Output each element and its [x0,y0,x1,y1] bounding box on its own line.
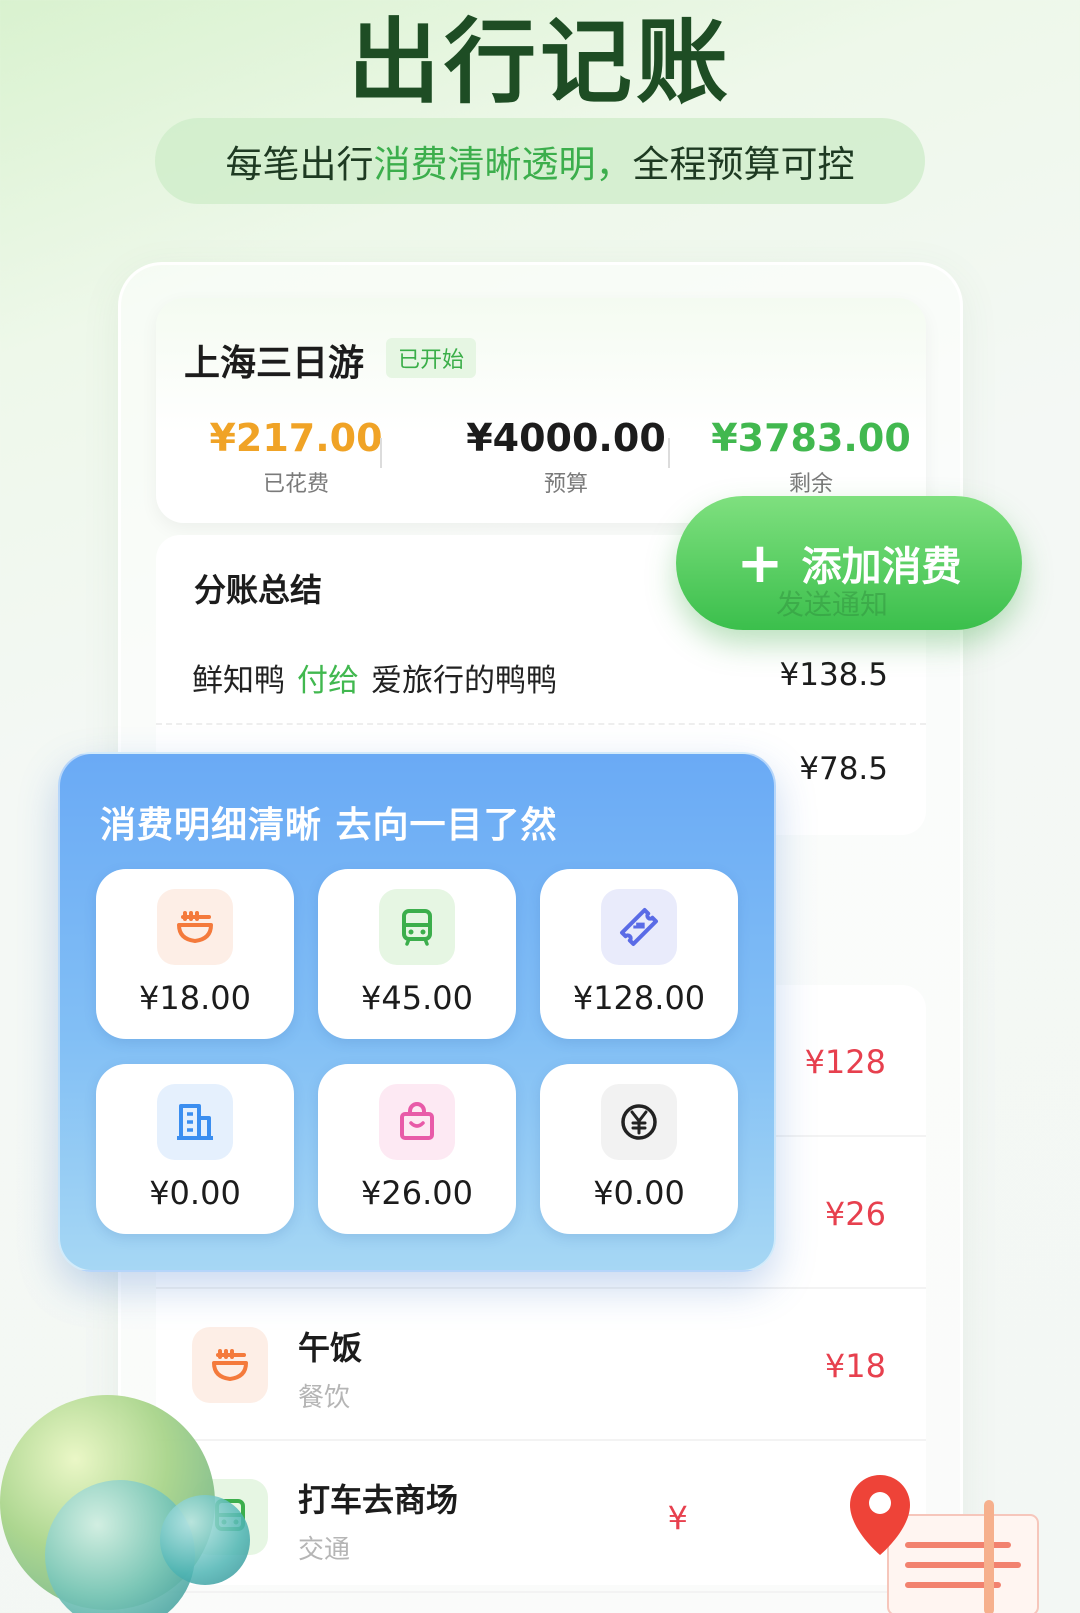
trip-summary-card[interactable]: 上海三日游 已开始 ¥217.00 已花费 ¥4000.00 预算 ¥3783.… [156,298,926,523]
category-tile-shopping[interactable]: ¥26.00 [318,1064,516,1234]
remaining-label: 剩余 [788,472,833,497]
split-payer: 鲜知鸭 [192,663,285,699]
expense-amount: ¥18 [824,1347,886,1385]
decorative-orbs [0,1395,270,1613]
category-tile-other[interactable]: ¥0.00 [540,1064,738,1234]
budget-label: 预算 [543,472,588,497]
shopping-bag-icon [379,1084,455,1160]
bus-icon [379,889,455,965]
expense-amount: ¥128 [804,1043,886,1081]
yen-coin-icon [601,1084,677,1160]
ticket-icon [601,889,677,965]
split-amount: ¥78.5 [799,751,888,787]
split-action: 付给 [297,663,359,699]
remaining-value: ¥3783.00 [711,416,911,460]
category-breakdown-panel: 消费明细清晰 去向一目了然 ¥18.00 ¥45.00 ¥128.00 ¥0.0… [58,752,776,1272]
category-tile-food[interactable]: ¥18.00 [96,869,294,1039]
category-amount: ¥0.00 [593,1174,685,1212]
category-amount: ¥45.00 [361,979,473,1017]
category-amount: ¥128.00 [572,979,706,1017]
category-tile-tickets[interactable]: ¥128.00 [540,869,738,1039]
trip-status-badge: 已开始 [386,338,477,378]
map-pin-illustration [838,1475,1078,1613]
breakdown-title: 消费明细清晰 去向一目了然 [100,805,558,846]
category-tile-lodging[interactable]: ¥0.00 [96,1064,294,1234]
send-notification-text: 发送通知 [776,588,889,621]
category-tile-transport[interactable]: ¥45.00 [318,869,516,1039]
split-amount: ¥138.5 [779,657,888,693]
stat-divider [668,438,670,468]
list-item[interactable]: 打车去商场 交通 ¥ [156,1441,926,1593]
spent-value: ¥217.00 [209,416,383,460]
expense-category: 餐饮 [298,1383,351,1413]
hero-title: 出行记账 [347,9,732,116]
stat-divider [380,438,382,468]
budget-value: ¥4000.00 [466,416,666,460]
trip-title: 上海三日游 [184,343,365,384]
noodle-bowl-icon [192,1327,268,1403]
orb [160,1495,250,1585]
expense-name: 打车去商场 [298,1481,459,1519]
category-amount: ¥26.00 [361,1174,473,1212]
expense-amount: ¥26 [824,1195,886,1233]
expense-category: 交通 [298,1535,351,1565]
split-divider [156,723,926,725]
split-payee: 爱旅行的鸭鸭 [371,663,557,699]
subtitle-highlight: 消费清晰透明， [373,143,633,186]
building-icon [157,1084,233,1160]
category-amount: ¥0.00 [149,1174,241,1212]
noodle-bowl-icon [157,889,233,965]
spent-label: 已花费 [262,472,329,497]
expense-name: 午饭 [298,1329,363,1367]
subtitle-pill: 每笔出行 消费清晰透明， 全程预算可控 [155,118,925,204]
list-item[interactable]: 午饭 餐饮 ¥18 [156,1289,926,1441]
subtitle-tail: 全程预算可控 [632,143,855,186]
split-row[interactable]: 鲜知鸭 付给 爱旅行的鸭鸭 [192,655,557,700]
category-amount: ¥18.00 [139,979,251,1017]
expense-amount: ¥ [667,1499,688,1537]
split-title: 分账总结 [194,571,323,609]
stat-remaining: ¥3783.00 剩余 [696,416,926,498]
stat-budget: ¥4000.00 预算 [451,416,681,498]
stat-spent: ¥217.00 已花费 [181,416,411,498]
subtitle-plain: 每笔出行 [225,143,374,186]
